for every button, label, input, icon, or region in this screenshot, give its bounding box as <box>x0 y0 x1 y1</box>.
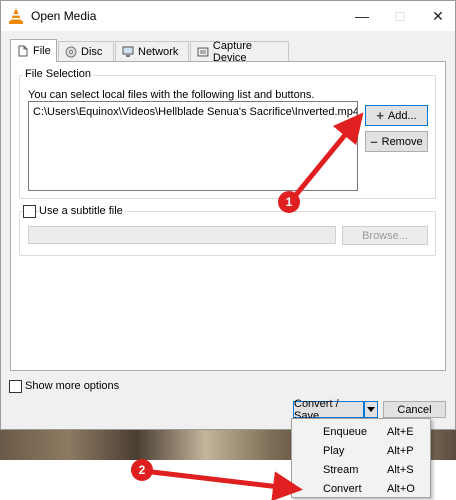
tab-file-label: File <box>33 45 51 57</box>
annotation-badge-1: 1 <box>278 191 300 213</box>
tab-file[interactable]: File <box>10 39 57 62</box>
file-icon <box>18 45 28 57</box>
annotation-arrows <box>151 112 364 500</box>
annotation-badge-2: 2 <box>131 459 153 481</box>
annotation-arrow-1 <box>293 112 364 198</box>
annotation-arrow-2 <box>151 469 303 500</box>
